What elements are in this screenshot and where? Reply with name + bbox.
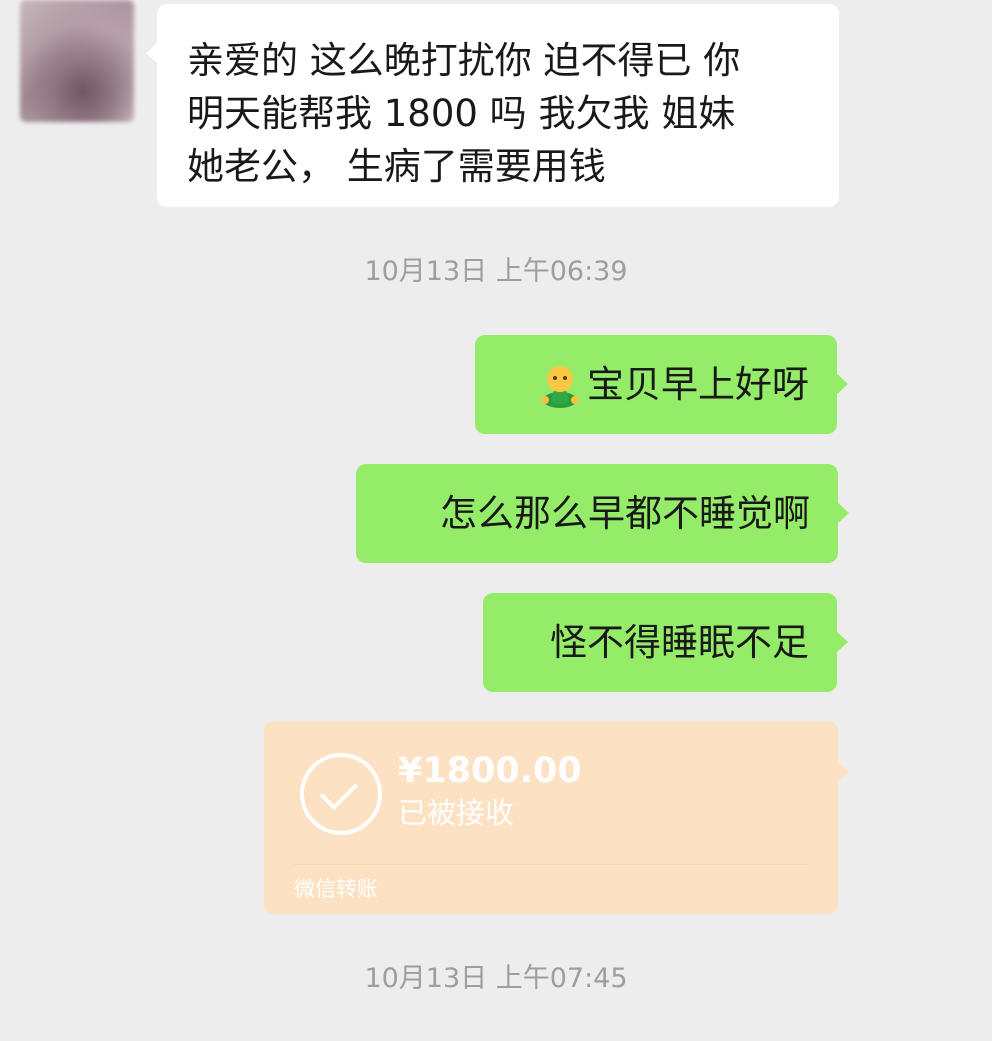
message-text: 怎么那么早都不睡觉啊 [440,492,810,535]
wechat-transfer-card[interactable]: ¥1800.00 已被接收 微信转账 [264,721,849,914]
bubble-tail [836,631,848,653]
contact-avatar[interactable] [20,0,134,122]
check-circle-icon [300,753,382,835]
outgoing-message-bubble[interactable]: 怎么那么早都不睡觉啊 [356,464,849,563]
bubble-tail [146,42,158,64]
message-text: 宝贝早上好呀 [587,363,809,406]
incoming-message-bubble[interactable]: 亲爱的 这么晚打扰你 迫不得已 你 明天能帮我 1800 吗 我欠我 姐妹 她老… [146,4,839,207]
bubble-tail [836,373,848,395]
message-line: 她老公， 生病了需要用钱 [187,145,606,188]
transfer-label: 微信转账 [294,877,378,901]
bubble-tail [837,761,849,783]
message-timestamp: 10月13日 上午07:45 [364,963,628,994]
transfer-amount: ¥1800.00 [398,751,582,791]
bubble-tail [837,502,849,524]
message-line: 明天能帮我 1800 吗 我欠我 姐妹 [187,92,736,135]
outgoing-message-bubble[interactable]: 宝贝早上好呀 [475,335,848,434]
message-text: 怪不得睡眠不足 [550,621,809,664]
person-emoji-icon [541,365,579,408]
checkmark-icon [319,771,359,811]
message-line: 亲爱的 这么晚打扰你 迫不得已 你 [187,39,741,82]
outgoing-message-bubble[interactable]: 怪不得睡眠不足 [483,593,848,692]
transfer-status: 已被接收 [398,796,515,830]
message-timestamp: 10月13日 上午06:39 [364,256,628,287]
divider [294,864,808,865]
